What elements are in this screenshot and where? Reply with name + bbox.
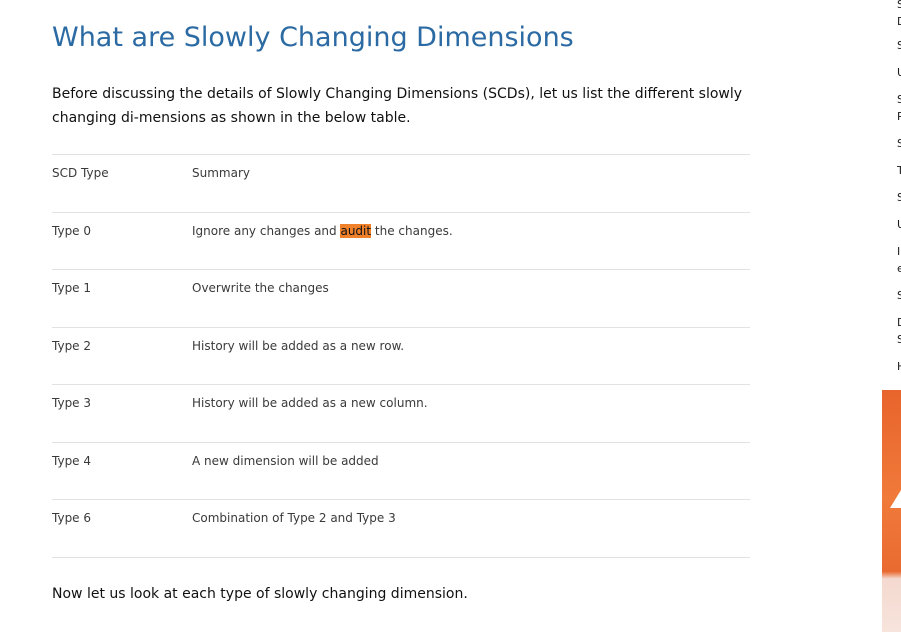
header-summary: Summary [192, 154, 750, 212]
sidebar-link[interactable]: S [897, 135, 901, 152]
sidebar-link[interactable]: U [897, 64, 901, 81]
table-row: Type 4 A new dimension will be added [52, 441, 750, 500]
page-title: What are Slowly Changing Dimensions [52, 22, 574, 53]
sidebar-link[interactable]: S [897, 287, 901, 304]
ad-graphic-icon [890, 490, 901, 508]
table-row: Type 1 Overwrite the changes [52, 269, 750, 327]
sidebar-link[interactable]: DS [897, 314, 901, 348]
row-type: Type 4 [52, 441, 192, 500]
header-scd-type: SCD Type [52, 154, 192, 212]
row-summary: A new dimension will be added [192, 441, 750, 500]
row-summary: Combination of Type 2 and Type 3 [192, 499, 750, 558]
table-row: Type 6 Combination of Type 2 and Type 3 [52, 499, 750, 558]
sidebar-ad-banner[interactable] [882, 390, 901, 632]
row-type: Type 0 [52, 211, 192, 270]
sidebar-link[interactable]: T [897, 162, 901, 179]
table-row: Type 0 Ignore any changes and audit the … [52, 211, 750, 270]
page: What are Slowly Changing Dimensions Befo… [0, 0, 901, 632]
sidebar-link[interactable]: S [897, 37, 901, 54]
sidebar-link[interactable]: Ie [897, 243, 901, 277]
row-type: Type 3 [52, 384, 192, 442]
row-type: Type 1 [52, 269, 192, 327]
outro-paragraph: Now let us look at each type of slowly c… [52, 586, 468, 602]
intro-paragraph: Before discussing the details of Slowly … [52, 86, 743, 126]
row-summary: History will be added as a new column. [192, 384, 750, 442]
sidebar-link-list: SD S U SP S T S U Ie S DS H [895, 0, 901, 380]
search-highlight: audit [340, 223, 372, 238]
row-summary: History will be added as a new row. [192, 326, 750, 385]
row-summary: Overwrite the changes [192, 269, 750, 327]
row-type: Type 6 [52, 499, 192, 558]
sidebar-link[interactable]: SP [897, 91, 901, 125]
row-summary: Ignore any changes and audit the changes… [192, 211, 750, 270]
sidebar-link[interactable]: SD [897, 0, 901, 30]
scd-types-table: SCD Type Summary Type 0 Ignore any chang… [52, 154, 750, 558]
table-row: Type 3 History will be added as a new co… [52, 384, 750, 442]
sidebar-link[interactable]: U [897, 216, 901, 233]
table-row: Type 2 History will be added as a new ro… [52, 326, 750, 385]
summary-text-after: the changes. [371, 223, 453, 238]
table-header-row: SCD Type Summary [52, 154, 750, 212]
sidebar-link[interactable]: H [897, 358, 901, 375]
row-type: Type 2 [52, 326, 192, 385]
sidebar-link[interactable]: S [897, 189, 901, 206]
summary-text-before: Ignore any changes and [192, 223, 341, 238]
